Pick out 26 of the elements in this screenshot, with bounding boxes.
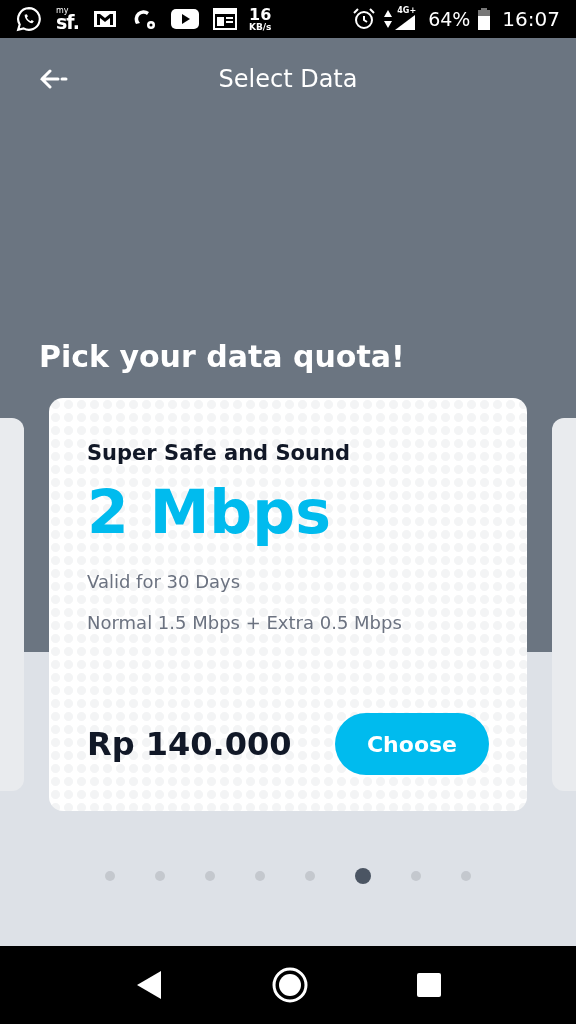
mail-icon — [92, 9, 117, 29]
back-arrow-icon — [38, 69, 70, 89]
plan-name: Super Safe and Sound — [87, 440, 351, 467]
battery-icon — [478, 8, 491, 30]
page-heading: Pick your data quota! — [39, 338, 406, 376]
plan-speed: 2 Mbps — [87, 476, 332, 549]
data-speed: 16 — [249, 6, 272, 23]
data-speed-unit: KB/s — [248, 22, 272, 32]
app-label: my — [56, 6, 69, 15]
chat-bubble-icon — [16, 6, 42, 32]
battery-percent: 64% — [428, 6, 471, 32]
clock: 16:07 — [502, 6, 560, 33]
play-icon — [170, 9, 199, 29]
choose-button[interactable]: Choose — [335, 713, 489, 775]
home-nav-icon[interactable] — [272, 967, 308, 1003]
recents-nav-icon[interactable] — [417, 973, 442, 997]
plan-details: Normal 1.5 Mbps + Extra 0.5 Mbps — [87, 611, 403, 635]
screen-title: Select Data — [218, 64, 358, 95]
side-plan-card[interactable] — [0, 418, 24, 791]
newspaper-icon — [212, 8, 237, 30]
plan-validity: Valid for 30 Days — [87, 570, 242, 594]
data-arrows-icon — [384, 9, 393, 29]
side-plan-card[interactable] — [552, 418, 576, 791]
network-type: 4G+ — [397, 7, 417, 15]
alarm-icon — [352, 7, 377, 31]
plan-price: Rp 140.000 — [87, 724, 292, 765]
